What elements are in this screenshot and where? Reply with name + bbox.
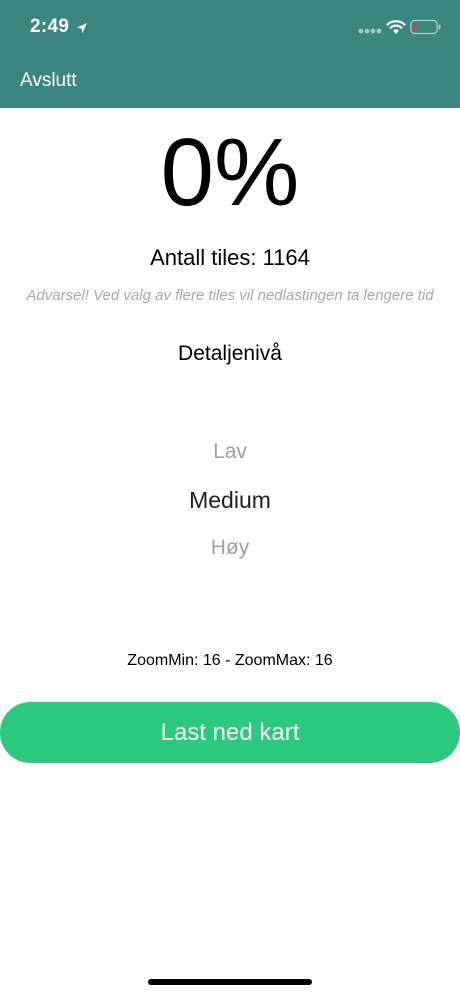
warning-text: Advarsel! Ved valg av flere tiles vil ne… bbox=[26, 287, 434, 304]
cellular-signal-icon bbox=[358, 28, 382, 34]
detail-level-label: Detaljenivå bbox=[178, 342, 282, 365]
detail-level-picker[interactable]: Lav Medium Høy bbox=[0, 428, 460, 572]
download-map-button[interactable]: Last ned kart bbox=[0, 702, 460, 763]
wifi-icon bbox=[386, 20, 406, 34]
progress-percent: 0% bbox=[160, 119, 300, 226]
zoom-range-info: ZoomMin: 16 - ZoomMax: 16 bbox=[127, 652, 333, 669]
battery-low-icon bbox=[410, 19, 441, 35]
status-time: 2:49 bbox=[30, 16, 70, 37]
picker-option-low[interactable]: Lav bbox=[0, 428, 460, 476]
home-indicator[interactable] bbox=[148, 979, 312, 985]
location-arrow-icon bbox=[77, 23, 87, 33]
top-header: 2:49 Avslutt bbox=[0, 0, 460, 108]
back-button[interactable]: Avslutt bbox=[20, 70, 77, 92]
tiles-count: Antall tiles: 1164 bbox=[150, 245, 310, 270]
picker-option-medium[interactable]: Medium bbox=[0, 476, 460, 524]
picker-option-high[interactable]: Høy bbox=[0, 524, 460, 572]
